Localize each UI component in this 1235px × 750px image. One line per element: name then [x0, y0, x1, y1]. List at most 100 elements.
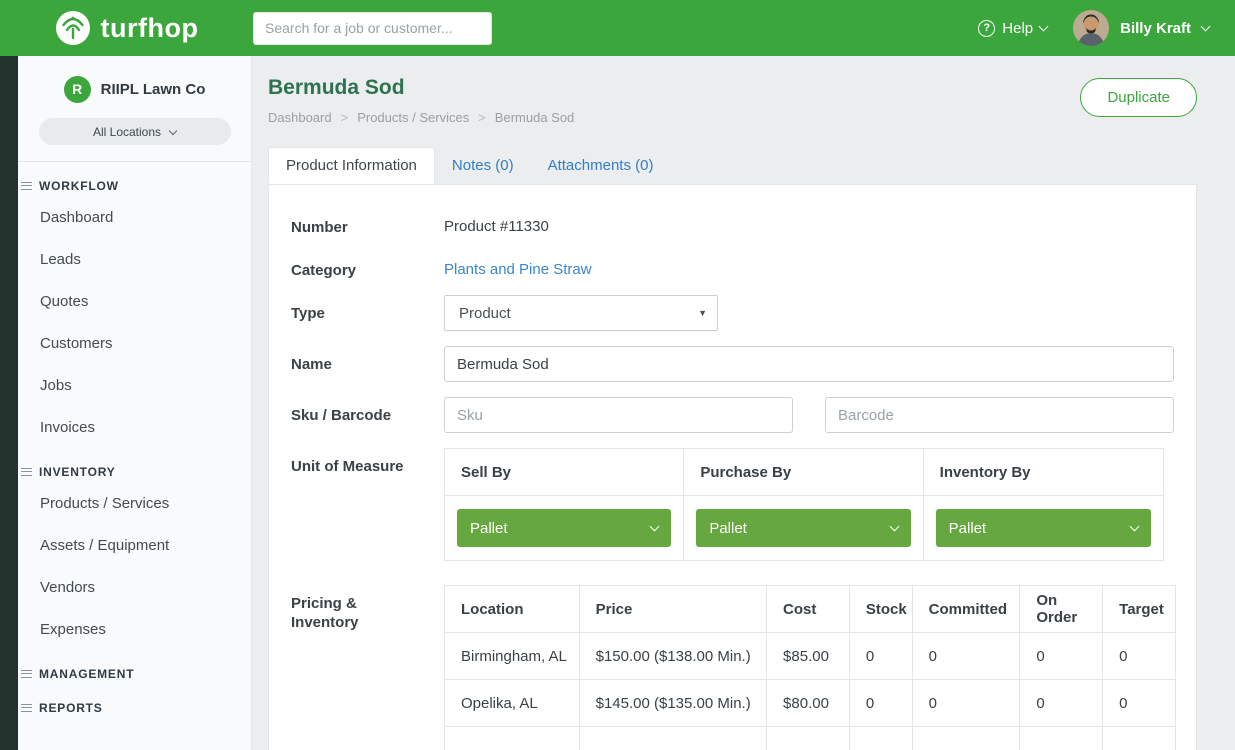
- pricing-header-row: Location Price Cost Stock Committed On O…: [445, 586, 1175, 633]
- col-cost: Cost: [767, 586, 850, 632]
- company-switcher[interactable]: R RIIPL Lawn Co: [18, 56, 251, 106]
- uom-body-row: Pallet Pallet: [445, 496, 1163, 560]
- location-cell: [445, 727, 580, 750]
- tab-notes[interactable]: Notes (0): [435, 147, 531, 184]
- sidebar-section-reports[interactable]: REPORTS: [18, 684, 251, 718]
- section-lines-icon: [21, 670, 32, 678]
- turfhop-logo-icon: [54, 9, 92, 47]
- help-icon: ?: [978, 20, 995, 37]
- chevron-down-icon: [1039, 21, 1049, 31]
- sidebar-item-products-services[interactable]: Products / Services: [18, 482, 251, 524]
- purchase-by-select[interactable]: Pallet: [696, 509, 910, 547]
- type-select[interactable]: Product ▼: [444, 295, 718, 331]
- cost-cell: $85.00: [767, 633, 850, 679]
- duplicate-button[interactable]: Duplicate: [1080, 78, 1197, 117]
- sidebar-item-invoices[interactable]: Invoices: [18, 406, 251, 448]
- col-on-order: On Order: [1020, 586, 1103, 632]
- chevron-down-icon: [1201, 21, 1211, 31]
- locations-filter-label: All Locations: [93, 125, 161, 139]
- type-label: Type: [291, 295, 444, 323]
- target-cell: [1103, 727, 1175, 750]
- number-label: Number: [291, 209, 444, 237]
- company-logo-icon: R: [64, 76, 91, 103]
- sku-input[interactable]: [444, 397, 793, 433]
- field-unit-of-measure: Unit of Measure Sell By Purchase By Inve…: [291, 448, 1174, 561]
- sku-barcode-label: Sku / Barcode: [291, 397, 444, 425]
- sidebar-section-inventory[interactable]: INVENTORY: [18, 448, 251, 482]
- help-menu[interactable]: ? Help: [978, 20, 1047, 37]
- stock-cell: [850, 727, 913, 750]
- user-menu[interactable]: Billy Kraft: [1073, 10, 1209, 46]
- uom-header-inventory-by: Inventory By: [924, 449, 1163, 495]
- uom-cell-inventory-by: Pallet: [924, 496, 1163, 560]
- sidebar-item-quotes[interactable]: Quotes: [18, 280, 251, 322]
- uom-header-sell-by: Sell By: [445, 449, 684, 495]
- sidebar-item-assets-equipment[interactable]: Assets / Equipment: [18, 524, 251, 566]
- sidebar-item-jobs[interactable]: Jobs: [18, 364, 251, 406]
- barcode-input[interactable]: [825, 397, 1174, 433]
- locations-filter[interactable]: All Locations: [39, 118, 231, 145]
- section-lines-icon: [21, 468, 32, 476]
- location-link[interactable]: Birmingham, AL: [445, 633, 580, 679]
- number-value: Product #11330: [444, 209, 549, 235]
- category-link[interactable]: Plants and Pine Straw: [444, 252, 592, 278]
- cost-cell: $80.00: [767, 680, 850, 726]
- sell-by-select[interactable]: Pallet: [457, 509, 671, 547]
- field-number: Number Product #11330: [291, 209, 1174, 237]
- top-right-menu: ? Help Billy Kraft: [978, 10, 1235, 46]
- sidebar-item-vendors[interactable]: Vendors: [18, 566, 251, 608]
- cost-cell: [767, 727, 850, 750]
- chevron-down-icon: [650, 522, 660, 532]
- purchase-by-value: Pallet: [709, 520, 747, 537]
- section-lines-icon: [21, 182, 32, 190]
- pricing-table: Location Price Cost Stock Committed On O…: [444, 585, 1176, 750]
- uom-cell-purchase-by: Pallet: [684, 496, 923, 560]
- sidebar-item-leads[interactable]: Leads: [18, 238, 251, 280]
- price-cell: [580, 727, 767, 750]
- tab-product-information[interactable]: Product Information: [268, 147, 435, 184]
- sidebar-section-workflow[interactable]: WORKFLOW: [18, 162, 251, 196]
- sidebar: R RIIPL Lawn Co All Locations WORKFLOW D…: [18, 56, 252, 750]
- field-name: Name: [291, 346, 1174, 382]
- sell-by-value: Pallet: [470, 520, 508, 537]
- content-area: R RIIPL Lawn Co All Locations WORKFLOW D…: [0, 56, 1235, 750]
- select-caret-icon: ▼: [698, 308, 707, 318]
- uom-cell-sell-by: Pallet: [445, 496, 684, 560]
- col-target: Target: [1103, 586, 1175, 632]
- breadcrumb-products-services[interactable]: Products / Services: [332, 110, 470, 125]
- breadcrumb-dashboard[interactable]: Dashboard: [268, 110, 332, 125]
- name-input[interactable]: [444, 346, 1174, 382]
- price-cell: $145.00 ($135.00 Min.): [580, 680, 767, 726]
- unit-of-measure-label: Unit of Measure: [291, 448, 444, 476]
- sidebar-section-management[interactable]: MANAGEMENT: [18, 650, 251, 684]
- target-cell: 0: [1103, 680, 1175, 726]
- on-order-cell: [1020, 727, 1103, 750]
- field-type: Type Product ▼: [291, 295, 1174, 331]
- committed-cell: 0: [913, 680, 1021, 726]
- table-row-partial: [445, 727, 1175, 750]
- brand-link[interactable]: turfhop: [0, 9, 252, 47]
- page-header: Bermuda Sod Dashboard Products / Service…: [268, 76, 1197, 125]
- inventory-by-select[interactable]: Pallet: [936, 509, 1151, 547]
- sidebar-item-customers[interactable]: Customers: [18, 322, 251, 364]
- breadcrumb: Dashboard Products / Services Bermuda So…: [268, 110, 1197, 125]
- section-lines-icon: [21, 704, 32, 712]
- uom-header-purchase-by: Purchase By: [684, 449, 923, 495]
- price-cell: $150.00 ($138.00 Min.): [580, 633, 767, 679]
- type-select-value: Product: [459, 305, 511, 322]
- unit-of-measure-table: Sell By Purchase By Inventory By Pallet: [444, 448, 1164, 561]
- avatar: [1073, 10, 1109, 46]
- target-cell: 0: [1103, 633, 1175, 679]
- field-pricing-inventory: Pricing & Inventory Location Price Cost …: [291, 585, 1174, 750]
- sidebar-item-dashboard[interactable]: Dashboard: [18, 196, 251, 238]
- help-label: Help: [1002, 20, 1033, 37]
- location-link[interactable]: Opelika, AL: [445, 680, 580, 726]
- page-title: Bermuda Sod: [268, 76, 1197, 100]
- chevron-down-icon: [889, 522, 899, 532]
- search-input[interactable]: [253, 12, 492, 45]
- tab-attachments[interactable]: Attachments (0): [531, 147, 671, 184]
- field-sku-barcode: Sku / Barcode: [291, 397, 1174, 433]
- pricing-inventory-label: Pricing & Inventory: [291, 585, 444, 632]
- on-order-cell: 0: [1020, 633, 1103, 679]
- sidebar-item-expenses[interactable]: Expenses: [18, 608, 251, 650]
